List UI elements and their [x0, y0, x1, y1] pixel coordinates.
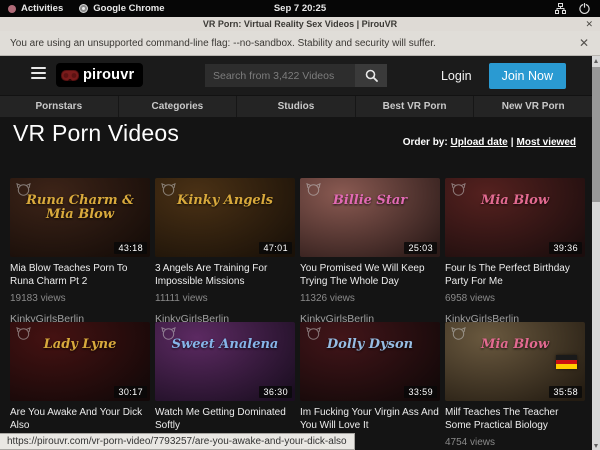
studio-logo-icon [306, 183, 321, 196]
network-icon[interactable] [555, 3, 566, 14]
order-most-viewed-link[interactable]: Most viewed [517, 137, 576, 148]
menu-hamburger-icon[interactable] [31, 67, 46, 82]
site-logo-text: pirouvr [83, 67, 134, 83]
infobar-message: You are using an unsupported command-lin… [10, 38, 436, 49]
join-now-button[interactable]: Join Now [489, 63, 566, 89]
nav-new-vr-porn[interactable]: New VR Porn [474, 96, 592, 117]
search-icon [365, 69, 378, 82]
page-scrollbar[interactable] [592, 56, 600, 450]
studio-logo-icon [161, 327, 176, 340]
thumbnail-overlay-text: Lady Lyne [10, 338, 150, 352]
power-icon[interactable] [579, 3, 590, 14]
video-thumbnail[interactable]: Runa Charm & Mia Blow 43:18 [10, 178, 150, 257]
german-flag [556, 355, 577, 369]
duration-badge: 25:03 [404, 242, 437, 254]
order-by: Order by: Upload date|Most viewed [403, 137, 576, 148]
video-thumbnail[interactable]: Kinky Angels 47:01 [155, 178, 295, 257]
video-card: Runa Charm & Mia Blow 43:18 Mia Blow Tea… [10, 178, 150, 325]
video-grid: Runa Charm & Mia Blow 43:18 Mia Blow Tea… [10, 178, 585, 450]
scrollbar-down-icon[interactable] [592, 441, 600, 450]
page-area: pirouvr Login Join Now Pornstars Categor… [0, 56, 592, 450]
search-input[interactable] [205, 64, 355, 87]
video-thumbnail[interactable]: Mia Blow 35:58 [445, 322, 585, 401]
video-card: Dolly Dyson 33:59 Im Fucking Your Virgin… [300, 322, 440, 450]
duration-badge: 36:30 [259, 386, 292, 398]
video-title[interactable]: Watch Me Getting Dominated Softly [155, 407, 295, 432]
duration-badge: 30:17 [114, 386, 147, 398]
thumbnail-overlay-text: Dolly Dyson [300, 338, 440, 352]
nav-studios[interactable]: Studios [237, 96, 356, 117]
page-title: VR Porn Videos [13, 120, 179, 147]
duration-badge: 39:36 [549, 242, 582, 254]
video-thumbnail[interactable]: Sweet Analena 36:30 [155, 322, 295, 401]
studio-logo-icon [161, 183, 176, 196]
clock[interactable]: Sep 7 20:25 [0, 0, 600, 17]
nav-best-vr-porn[interactable]: Best VR Porn [356, 96, 475, 117]
vr-goggles-icon [61, 70, 79, 81]
studio-logo-icon [16, 183, 31, 196]
video-views: 11111 views [155, 293, 295, 304]
window-title: VR Porn: Virtual Reality Sex Videos | Pi… [203, 19, 397, 29]
thumbnail-overlay-text: Sweet Analena [155, 338, 295, 352]
studio-logo-icon [451, 327, 466, 340]
chrome-infobar: You are using an unsupported command-lin… [0, 31, 600, 56]
video-thumbnail[interactable]: Dolly Dyson 33:59 [300, 322, 440, 401]
video-views: 11326 views [300, 293, 440, 304]
video-title[interactable]: You Promised We Will Keep Trying The Who… [300, 263, 440, 288]
video-title[interactable]: Four Is The Perfect Birthday Party For M… [445, 263, 585, 288]
video-views: 19183 views [10, 293, 150, 304]
video-title[interactable]: Milf Teaches The Teacher Some Practical … [445, 407, 585, 432]
screen: Activities Google Chrome Sep 7 20:25 VR … [0, 0, 600, 450]
video-card: Kinky Angels 47:01 3 Angels Are Training… [155, 178, 295, 325]
window-close-icon[interactable]: ✕ [585, 17, 593, 31]
site-header: pirouvr Login Join Now [0, 56, 592, 95]
studio-logo-icon [16, 327, 31, 340]
duration-badge: 33:59 [404, 386, 437, 398]
browser-viewport: pirouvr Login Join Now Pornstars Categor… [0, 56, 600, 450]
video-card: Sweet Analena 36:30 Watch Me Getting Dom… [155, 322, 295, 450]
thumbnail-overlay-text: Runa Charm & Mia Blow [10, 194, 150, 222]
studio-logo-icon [451, 183, 466, 196]
video-title[interactable]: Mia Blow Teaches Porn To Runa Charm Pt 2 [10, 263, 150, 288]
video-card: Mia Blow 39:36 Four Is The Perfect Birth… [445, 178, 585, 325]
video-title[interactable]: 3 Angels Are Training For Impossible Mis… [155, 263, 295, 288]
system-top-bar: Activities Google Chrome Sep 7 20:25 [0, 0, 600, 17]
site-logo[interactable]: pirouvr [56, 63, 143, 87]
video-thumbnail[interactable]: Billie Star 25:03 [300, 178, 440, 257]
video-card: Mia Blow 35:58 Milf Teaches The Teacher … [445, 322, 585, 450]
video-thumbnail[interactable]: Mia Blow 39:36 [445, 178, 585, 257]
duration-badge: 43:18 [114, 242, 147, 254]
scrollbar-up-icon[interactable] [592, 56, 600, 65]
nav-pornstars[interactable]: Pornstars [0, 96, 119, 117]
thumbnail-overlay-text: Mia Blow [445, 194, 585, 208]
status-url-tooltip: https://pirouvr.com/vr-porn-video/779325… [0, 433, 355, 450]
login-link[interactable]: Login [441, 69, 472, 83]
nav-categories[interactable]: Categories [119, 96, 238, 117]
video-card: Lady Lyne 30:17 Are You Awake And Your D… [10, 322, 150, 450]
order-by-label: Order by: [403, 137, 448, 148]
main-nav: Pornstars Categories Studios Best VR Por… [0, 95, 592, 117]
thumbnail-overlay-text: Kinky Angels [155, 194, 295, 208]
thumbnail-overlay-text: Billie Star [300, 194, 440, 208]
video-title[interactable]: Are You Awake And Your Dick Also [10, 407, 150, 432]
thumbnail-overlay-text: Mia Blow [445, 338, 585, 352]
video-views: 6958 views [445, 293, 585, 304]
window-title-bar: VR Porn: Virtual Reality Sex Videos | Pi… [0, 17, 600, 31]
video-thumbnail[interactable]: Lady Lyne 30:17 [10, 322, 150, 401]
scrollbar-thumb[interactable] [592, 67, 600, 202]
studio-logo-icon [306, 327, 321, 340]
duration-badge: 35:58 [549, 386, 582, 398]
order-upload-date-link[interactable]: Upload date [450, 137, 507, 148]
search-button[interactable] [355, 64, 387, 87]
video-card: Billie Star 25:03 You Promised We Will K… [300, 178, 440, 325]
video-views: 4754 views [445, 437, 585, 448]
video-title[interactable]: Im Fucking Your Virgin Ass And You Will … [300, 407, 440, 432]
infobar-close-icon[interactable]: ✕ [579, 36, 589, 50]
duration-badge: 47:01 [259, 242, 292, 254]
